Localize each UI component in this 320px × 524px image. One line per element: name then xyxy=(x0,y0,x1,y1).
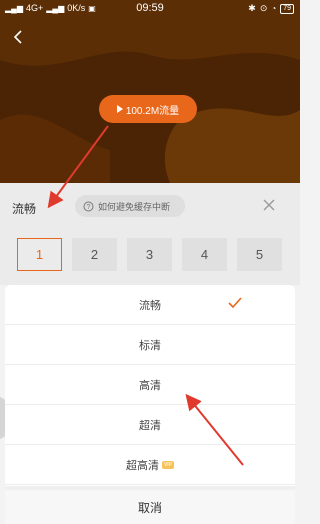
battery-icon: 79 xyxy=(280,3,294,14)
cache-tip-button[interactable]: ? 如何避免缓存中断 xyxy=(75,195,185,217)
close-button[interactable] xyxy=(259,195,279,215)
quality-option-hd[interactable]: 高清 xyxy=(5,365,295,405)
quality-option-smooth[interactable]: 流畅 xyxy=(5,285,295,325)
back-button[interactable] xyxy=(9,26,27,48)
episode-item[interactable]: 2 xyxy=(72,238,117,271)
video-background xyxy=(0,0,300,183)
data-usage-label: 100.2M流量 xyxy=(125,105,180,117)
chevron-left-icon xyxy=(13,30,22,44)
episode-item[interactable]: 1 xyxy=(17,238,62,271)
quality-option-label: 超高清 xyxy=(125,459,159,472)
episode-item[interactable]: 3 xyxy=(127,238,172,271)
help-circle-icon: ? xyxy=(83,201,94,211)
check-icon xyxy=(228,297,242,309)
vip-badge: VIP xyxy=(161,460,175,469)
current-quality-label: 流畅 xyxy=(12,202,37,216)
play-icon xyxy=(116,105,123,113)
cancel-button[interactable]: 取消 xyxy=(5,486,295,524)
video-player[interactable]: ▂▄▆ 4G+ ▂▄▆ 0K/s ▣ 09:59 ✱ ⊙ ◔ 79 100.2M… xyxy=(0,0,300,183)
episode-item[interactable]: 5 xyxy=(237,238,282,271)
quality-options-sheet: 流畅 标清 高清 超清 超高清 VIP 取消 xyxy=(5,285,295,524)
alarm-icon: ⊙ xyxy=(259,3,268,13)
quality-option-label: 流畅 xyxy=(139,299,161,312)
quality-option-shd[interactable]: 超清 xyxy=(5,405,295,445)
close-icon xyxy=(263,199,275,211)
wifi-icon: ◔ xyxy=(271,4,277,13)
quality-option-label: 标清 xyxy=(139,339,161,352)
play-with-data-button[interactable]: 100.2M流量 xyxy=(99,95,197,123)
bluetooth-icon: ✱ xyxy=(248,3,256,13)
episode-item[interactable]: 4 xyxy=(182,238,227,271)
cache-tip-label: 如何避免缓存中断 xyxy=(98,201,171,212)
episode-list: 1 2 3 4 5 xyxy=(17,238,282,271)
svg-text:?: ? xyxy=(87,204,91,211)
quality-panel-header: 流畅 ? 如何避免缓存中断 1 2 3 4 5 xyxy=(0,183,300,285)
quality-option-sd[interactable]: 标清 xyxy=(5,325,295,365)
quality-option-label: 超清 xyxy=(139,419,161,432)
quality-option-uhd[interactable]: 超高清 VIP xyxy=(5,445,295,485)
status-bar: ▂▄▆ 4G+ ▂▄▆ 0K/s ▣ 09:59 ✱ ⊙ ◔ 79 xyxy=(0,0,300,16)
quality-option-label: 高清 xyxy=(139,379,161,392)
